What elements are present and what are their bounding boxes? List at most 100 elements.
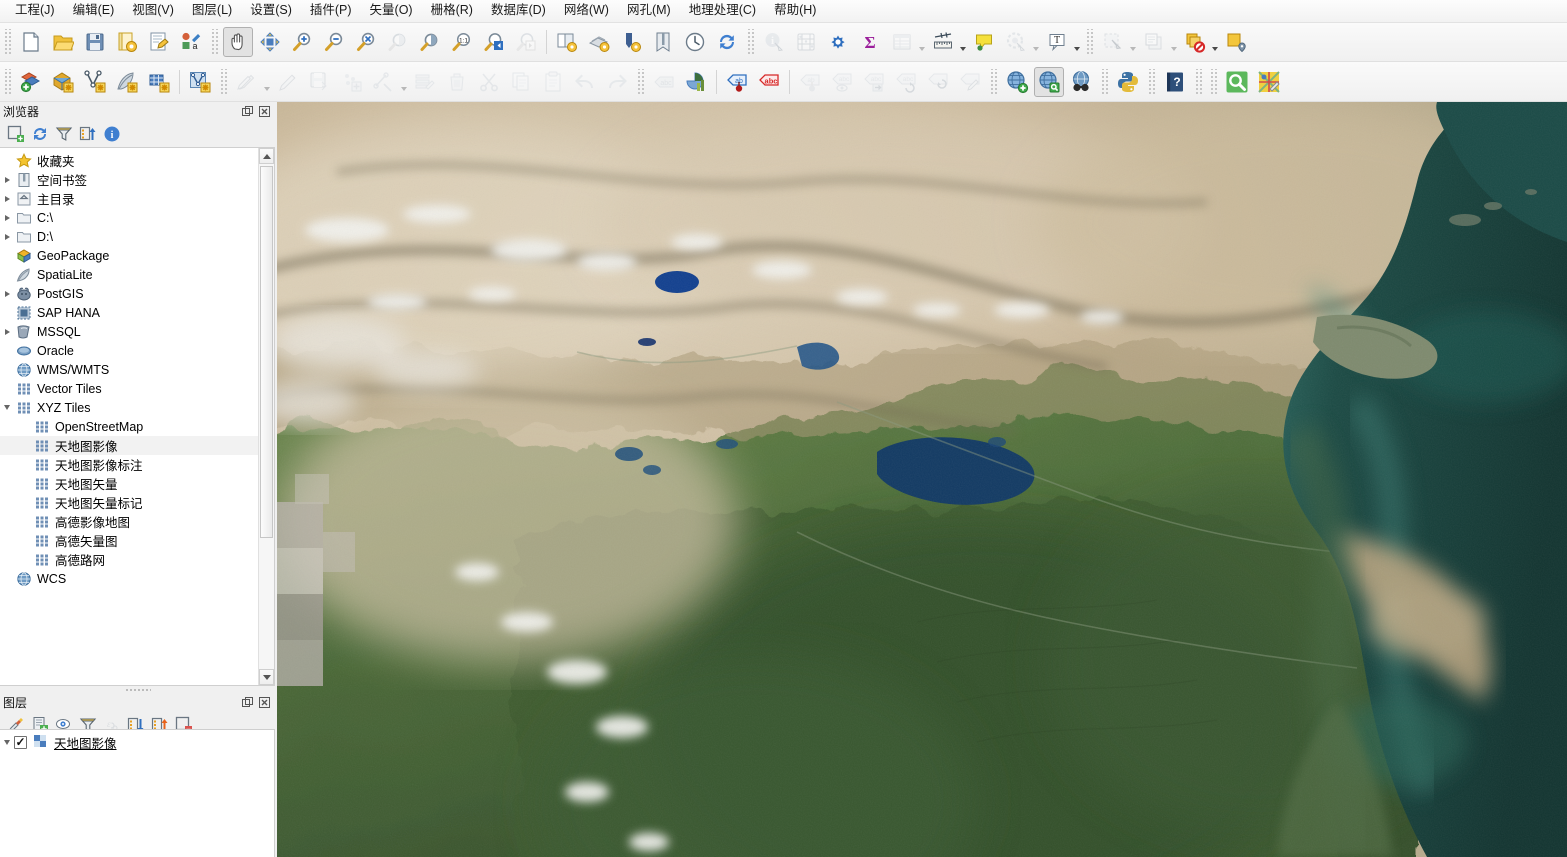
browser-tree[interactable]: 收藏夹 空间书签 主目录 C:\ D:\ GeoPackage SpatiaLite Post… <box>0 147 275 686</box>
new-project-icon[interactable] <box>16 27 46 57</box>
zoom-full-icon[interactable] <box>351 27 381 57</box>
layer-diagram-options-icon[interactable] <box>681 67 711 97</box>
save-project-as-icon[interactable] <box>112 27 142 57</box>
browser-item[interactable]: PostGIS <box>0 284 258 303</box>
toolbar-grip[interactable] <box>636 68 645 95</box>
browser-item[interactable]: WMS/WMTS <box>0 360 258 379</box>
browser-item[interactable]: SAP HANA <box>0 303 258 322</box>
menu-raster[interactable]: 栅格(R) <box>422 1 482 21</box>
dock-splitter[interactable] <box>0 686 275 693</box>
menu-edit[interactable]: 编辑(E) <box>64 1 124 21</box>
python-console-icon[interactable] <box>1113 67 1143 97</box>
add-vector-layer-icon[interactable] <box>80 67 110 97</box>
toolbar-grip[interactable] <box>1085 29 1094 55</box>
open-project-icon[interactable] <box>48 27 78 57</box>
new-print-layout-2-icon[interactable] <box>616 27 646 57</box>
chevron-right-icon[interactable] <box>0 189 14 208</box>
zoom-out-icon[interactable] <box>319 27 349 57</box>
add-raster-layer-icon[interactable] <box>48 67 78 97</box>
chevron-down-icon[interactable] <box>1074 47 1080 51</box>
menu-project[interactable]: 工程(J) <box>6 1 64 21</box>
zoom-to-layer-icon[interactable] <box>415 27 445 57</box>
pin-labels-icon[interactable]: ab <box>722 67 752 97</box>
chevron-down-icon[interactable] <box>0 733 14 752</box>
toolbar-grip[interactable] <box>3 29 12 55</box>
menu-database[interactable]: 数据库(D) <box>482 1 555 21</box>
chevron-down-icon[interactable] <box>1212 47 1218 51</box>
menu-vector[interactable]: 矢量(O) <box>361 1 422 21</box>
metasearch-icon[interactable] <box>1066 67 1096 97</box>
browser-item[interactable]: C:\ <box>0 208 258 227</box>
open-data-source-manager-icon[interactable] <box>16 67 46 97</box>
add-selected-layers-icon[interactable] <box>4 122 28 146</box>
field-calculator-icon[interactable]: Σ <box>855 27 885 57</box>
style-manager-icon[interactable]: a <box>176 27 206 57</box>
add-delimited-text-layer-icon[interactable] <box>112 67 142 97</box>
measure-line-icon[interactable] <box>928 27 958 57</box>
menu-help[interactable]: 帮助(H) <box>765 1 825 21</box>
scrollbar-thumb[interactable] <box>260 166 273 538</box>
browser-item[interactable]: GeoPackage <box>0 246 258 265</box>
menu-plugins[interactable]: 插件(P) <box>301 1 361 21</box>
layers-tree[interactable]: ✓ 天地图影像 <box>0 729 275 857</box>
toolbar-grip[interactable] <box>1209 68 1218 95</box>
browser-item[interactable]: OpenStreetMap <box>0 417 258 436</box>
toolbar-grip[interactable] <box>3 68 12 95</box>
zoom-last-icon[interactable] <box>479 27 509 57</box>
toolbar-grip[interactable] <box>1194 68 1203 95</box>
add-mesh-layer-icon[interactable] <box>144 67 174 97</box>
scroll-up-icon[interactable] <box>259 148 274 164</box>
new-print-layout-icon[interactable] <box>144 27 174 57</box>
browser-item[interactable]: Oracle <box>0 341 258 360</box>
menu-processing[interactable]: 地理处理(C) <box>680 1 765 21</box>
chevron-right-icon[interactable] <box>0 284 14 303</box>
show-bookmarks-icon[interactable] <box>648 27 678 57</box>
quick-map-services-icon[interactable] <box>1222 67 1252 97</box>
browser-item[interactable]: 高德路网 <box>0 550 258 569</box>
browser-item[interactable]: 天地图矢量 <box>0 474 258 493</box>
browser-item[interactable]: 主目录 <box>0 189 258 208</box>
browser-item[interactable]: 天地图矢量标记 <box>0 493 258 512</box>
close-icon[interactable] <box>257 695 272 710</box>
browser-scrollbar[interactable] <box>258 148 274 685</box>
deselect-features-icon[interactable] <box>1180 27 1210 57</box>
browser-item[interactable]: XYZ Tiles <box>0 398 258 417</box>
chevron-right-icon[interactable] <box>0 208 14 227</box>
toolbar-grip[interactable] <box>989 68 998 95</box>
scroll-down-icon[interactable] <box>259 669 274 685</box>
new-text-annotation-icon[interactable]: T <box>1042 27 1072 57</box>
toolbar-grip[interactable] <box>746 29 755 55</box>
browser-item[interactable]: 空间书签 <box>0 170 258 189</box>
chevron-right-icon[interactable] <box>0 227 14 246</box>
zoom-native-icon[interactable]: 1:1 <box>447 27 477 57</box>
processing-toolbox-icon[interactable] <box>823 27 853 57</box>
toolbar-grip[interactable] <box>1147 68 1156 95</box>
float-icon[interactable] <box>240 104 255 119</box>
add-xyz-layer-icon[interactable] <box>1002 67 1032 97</box>
close-icon[interactable] <box>257 104 272 119</box>
refresh-browser-icon[interactable] <box>28 122 52 146</box>
help-contents-icon[interactable]: ? <box>1160 67 1190 97</box>
chevron-right-icon[interactable] <box>0 322 14 341</box>
pan-to-selection-icon[interactable] <box>255 27 285 57</box>
show-unplaced-labels-icon[interactable] <box>1221 27 1251 57</box>
new-3d-map-view-icon[interactable] <box>584 27 614 57</box>
browser-item[interactable]: WCS <box>0 569 258 588</box>
new-virtual-layer-icon[interactable] <box>185 67 215 97</box>
menu-layer[interactable]: 图层(L) <box>183 1 241 21</box>
menu-mesh[interactable]: 网孔(M) <box>618 1 680 21</box>
temporal-controller-icon[interactable] <box>680 27 710 57</box>
browser-item[interactable]: 收藏夹 <box>0 151 258 170</box>
plugin-toolbox-icon[interactable] <box>1254 67 1284 97</box>
browser-item[interactable]: D:\ <box>0 227 258 246</box>
browser-item[interactable]: 高德影像地图 <box>0 512 258 531</box>
collapse-all-icon[interactable] <box>76 122 100 146</box>
menu-view[interactable]: 视图(V) <box>123 1 183 21</box>
menu-web[interactable]: 网络(W) <box>555 1 618 21</box>
browser-item[interactable]: 天地图影像 <box>0 436 258 455</box>
menu-settings[interactable]: 设置(S) <box>241 1 301 21</box>
new-map-view-icon[interactable] <box>552 27 582 57</box>
search-xyz-layer-icon[interactable] <box>1034 66 1064 97</box>
filter-browser-icon[interactable] <box>52 122 76 146</box>
chevron-right-icon[interactable] <box>0 170 14 189</box>
